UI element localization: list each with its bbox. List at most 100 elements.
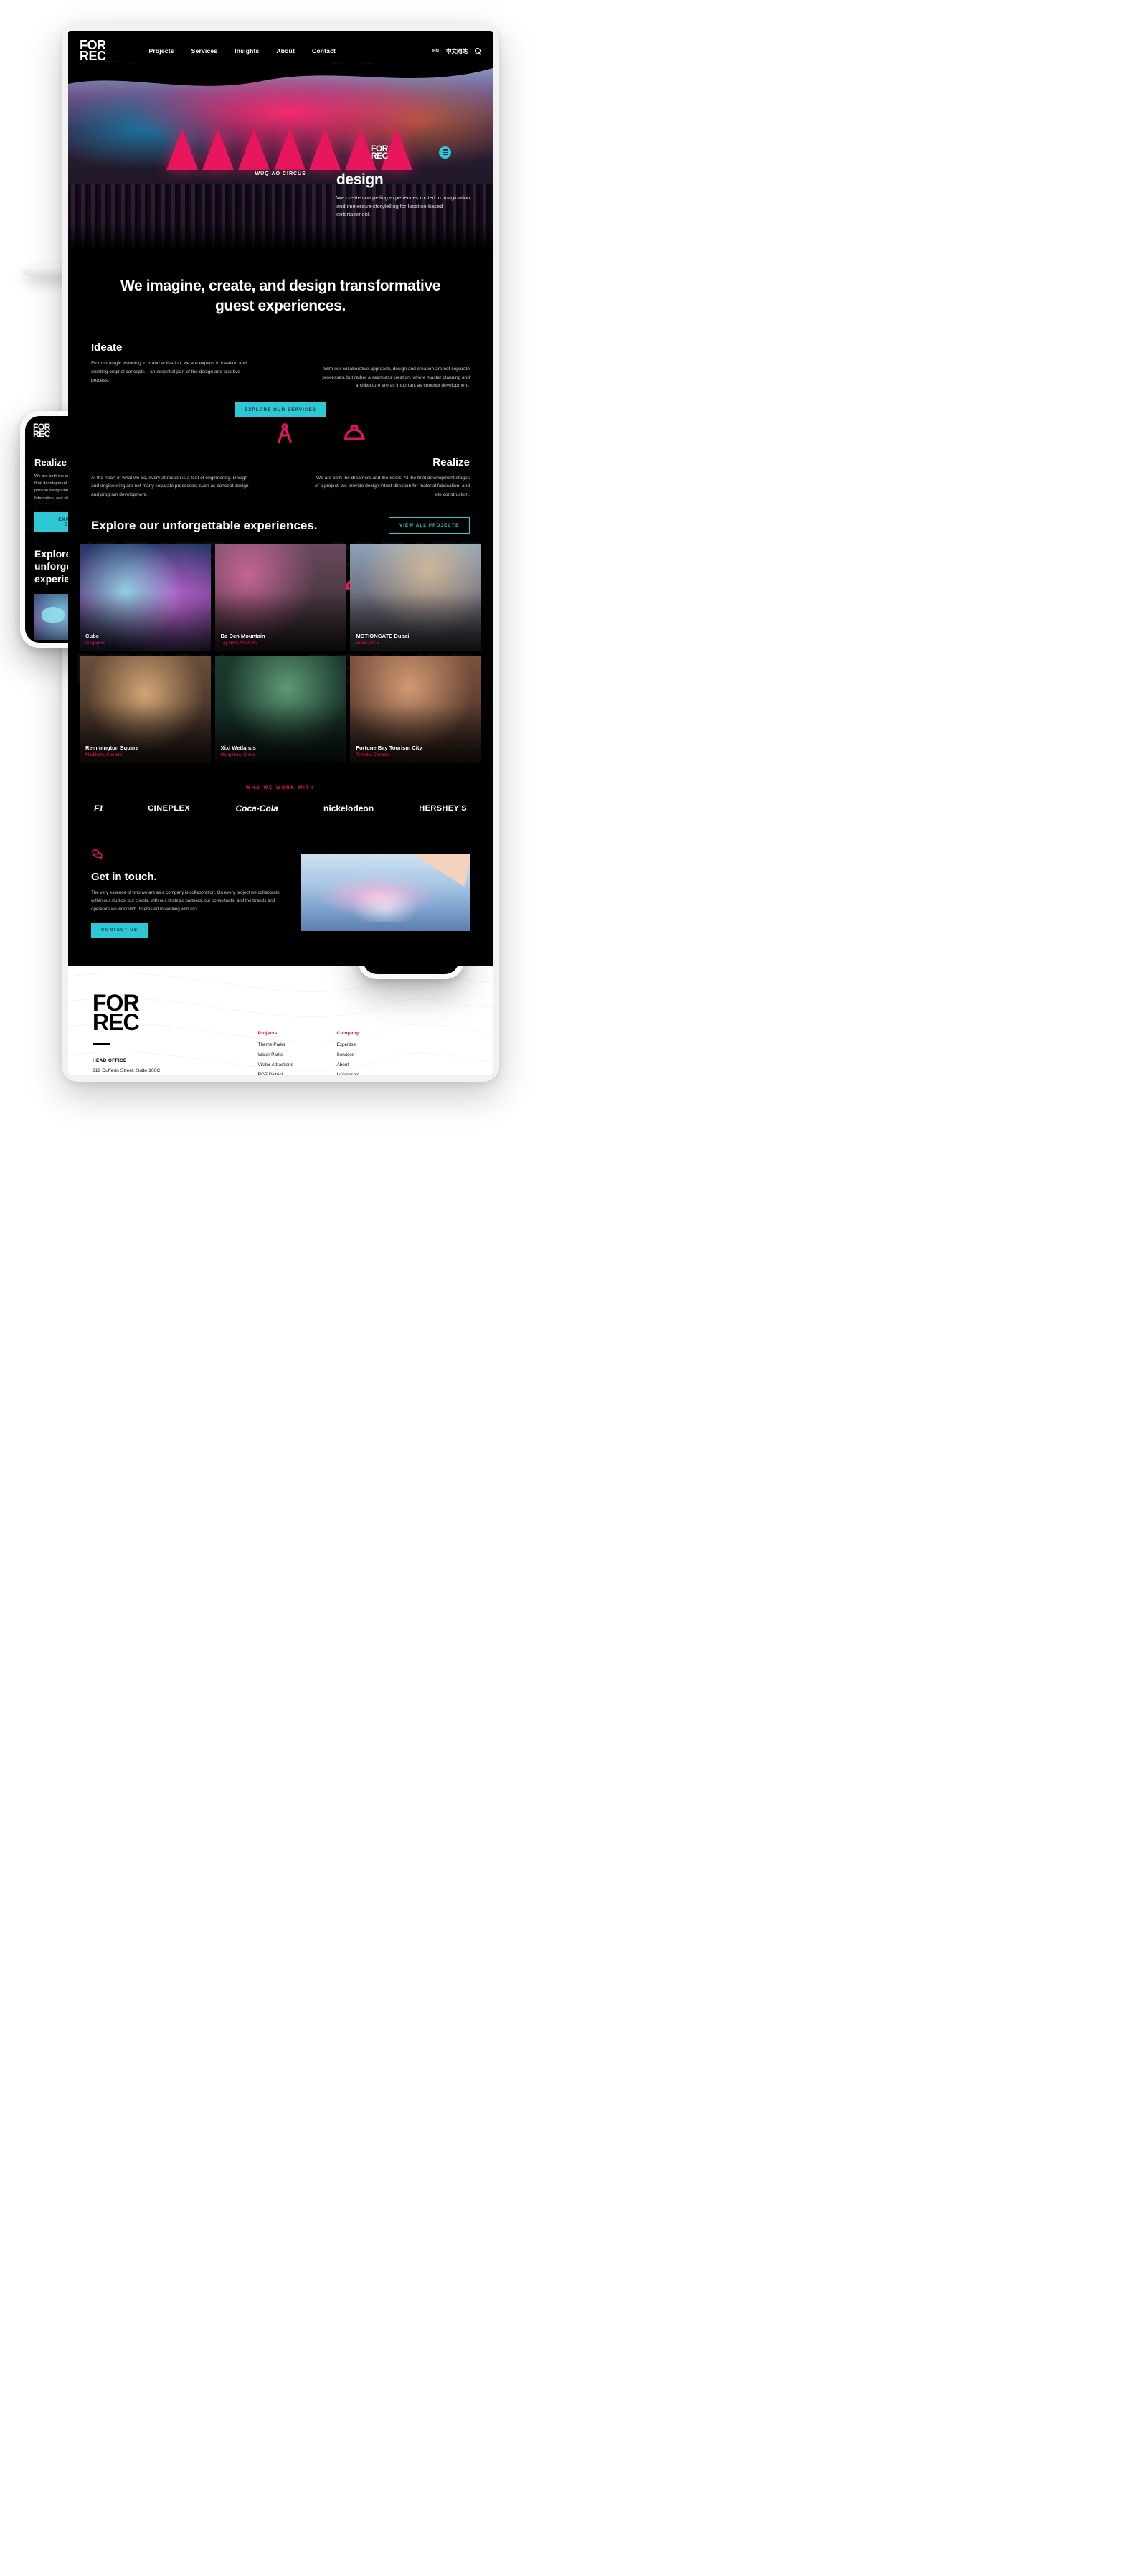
contact-illustration xyxy=(301,854,470,932)
pillar-ideate-title: Ideate xyxy=(91,341,123,354)
logo[interactable]: FOR REC xyxy=(371,144,388,161)
client-logo-hersheys: HERSHEY'S xyxy=(419,804,467,813)
pillar-design-body: At the heart of what we do, every attrac… xyxy=(91,475,249,497)
primary-nav: Projects Services Insights About Contact xyxy=(149,47,336,55)
footer-link[interactable]: Services xyxy=(336,1052,359,1057)
phone-navbar: FOR REC xyxy=(363,138,459,164)
desktop-mockup-frame: FOR REC Projects Services Insights About… xyxy=(62,24,499,1082)
contact-us-button[interactable]: CONTACT US xyxy=(91,922,148,938)
project-title: Fortune Bay Tourism City xyxy=(356,745,422,752)
project-location: Singapore xyxy=(85,641,106,646)
footer-logo-line-2: REC xyxy=(93,1009,140,1036)
nav-link-projects[interactable]: Projects xyxy=(149,47,174,55)
projects-heading: Explore our unforgettable experiences. xyxy=(91,519,318,533)
footer-column-title: Projects xyxy=(257,1030,278,1036)
lang-en[interactable]: EN xyxy=(432,49,439,54)
hero-caption: design We create compelling experiences … xyxy=(336,171,473,219)
footer-column-company: Company Expertise Services About Leaders… xyxy=(336,1031,359,1075)
projects-grid: Cube Singapore Ba Den Mountain Tay Ninh,… xyxy=(68,534,493,764)
project-location: Tay Ninh, Vietnam xyxy=(220,641,257,646)
footer-inner: FOR REC HEAD OFFICE 219 Dufferin Street,… xyxy=(93,991,468,1075)
hero-headline: design xyxy=(336,171,384,188)
footer-column-projects: Projects Theme Parks Water Parks Visitor… xyxy=(258,1031,316,1075)
project-title: Cube xyxy=(85,633,99,640)
page-tagline: We imagine, create, and design transform… xyxy=(120,278,441,314)
footer-link[interactable]: Leadership xyxy=(336,1072,359,1075)
logo[interactable]: FOR REC xyxy=(33,423,50,440)
project-meta: Xixi Wetlands Hangzhou, China xyxy=(221,745,256,758)
contact-text-block: Get in touch. The very essence of who we… xyxy=(91,848,288,938)
project-title: MOTIONGATE Dubai xyxy=(356,633,410,640)
logo-line-2: REC xyxy=(80,49,106,63)
logo[interactable]: FOR REC xyxy=(80,38,106,63)
clients-section: WHO WE WORK WITH F1 CINEPLEX Coca-Cola n… xyxy=(68,763,493,832)
project-card[interactable]: Fortune Bay Tourism City Toronto, Canada xyxy=(350,656,481,764)
nav-link-about[interactable]: About xyxy=(276,47,295,55)
desktop-navbar: FOR REC Projects Services Insights About… xyxy=(68,31,493,71)
project-meta: Ba Den Mountain Tay Ninh, Vietnam xyxy=(221,633,265,646)
project-location: Hangzhou, China xyxy=(220,752,255,758)
project-card[interactable]: Ba Den Mountain Tay Ninh, Vietnam xyxy=(214,544,346,652)
footer-link[interactable]: Theme Parks xyxy=(258,1042,316,1047)
hero-bottom-fade xyxy=(68,223,493,252)
footer-logo[interactable]: FOR REC xyxy=(93,991,258,1036)
footer: FOR REC HEAD OFFICE 219 Dufferin Street,… xyxy=(68,966,493,1075)
desktop-page-body: We imagine, create, and design transform… xyxy=(68,252,493,966)
footer-column-title: Company xyxy=(336,1030,359,1036)
project-card[interactable]: Remmington Square Markham, Canada xyxy=(80,656,211,764)
client-logos: F1 CINEPLEX Coca-Cola nickelodeon HERSHE… xyxy=(68,791,493,813)
pillar-design: Design At the heart of what we do, every… xyxy=(91,456,249,499)
footer-link[interactable]: Water Parks xyxy=(258,1052,316,1057)
nav-link-services[interactable]: Services xyxy=(191,47,218,55)
project-card[interactable]: Cube Singapore xyxy=(80,544,211,652)
design-realize-row: Design At the heart of what we do, every… xyxy=(68,430,493,499)
footer-link-columns: Projects Theme Parks Water Parks Visitor… xyxy=(258,994,468,1075)
explore-services-cta-wrap: EXPLORE OUR SERVICES xyxy=(68,390,493,430)
project-location: Markham, Canada xyxy=(85,752,122,758)
contact-body: The very essence of who we are as a comp… xyxy=(91,890,280,912)
pillar-realize: Realize We are both the dreamers and the… xyxy=(312,456,470,499)
view-all-projects-button[interactable]: VIEW ALL PROJECTS xyxy=(389,517,470,534)
client-logo-coca-cola: Coca-Cola xyxy=(235,803,278,814)
pillar-ideate: Ideate From strategic visioning to brand… xyxy=(91,323,249,384)
pillar-create-body: With our collaborative approach, design … xyxy=(322,367,470,389)
pillar-realize-title: Realize xyxy=(432,456,470,468)
footer-link[interactable]: RDE District xyxy=(258,1072,316,1075)
pillar-ideate-body: From strategic visioning to brand activa… xyxy=(91,361,247,383)
client-logo-f1: F1 xyxy=(94,803,103,814)
project-title: Remmington Square xyxy=(85,745,139,752)
tagline-section: We imagine, create, and design transform… xyxy=(68,252,493,323)
hamburger-menu-icon[interactable] xyxy=(439,146,451,159)
desktop-screen: FOR REC Projects Services Insights About… xyxy=(68,31,493,1075)
explore-services-button[interactable]: EXPLORE OUR SERVICES xyxy=(235,402,326,417)
project-location: Dubai, UAE xyxy=(356,641,379,646)
head-office-block: HEAD OFFICE 219 Dufferin Street, Suite 1… xyxy=(93,1058,258,1075)
project-title: Xixi Wetlands xyxy=(220,745,256,752)
contact-section: Get in touch. The very essence of who we… xyxy=(68,832,493,966)
project-meta: Cube Singapore xyxy=(85,633,105,646)
footer-link[interactable]: Visitor Attractions xyxy=(258,1062,316,1067)
head-office-address-1: 219 Dufferin Street, Suite 100C xyxy=(93,1067,161,1073)
hero-venue-label: WUQIAO CIRCUS xyxy=(255,171,306,176)
head-office-label: HEAD OFFICE xyxy=(93,1057,127,1063)
footer-link[interactable]: Expertise xyxy=(336,1042,359,1047)
pillar-realize-body: We are both the dreamers and the doers. … xyxy=(315,475,470,497)
project-card[interactable]: MOTIONGATE Dubai Dubai, UAE xyxy=(350,544,481,652)
nav-utilities: EN 中文网站 xyxy=(432,47,481,55)
chat-bubbles-icon xyxy=(92,849,103,860)
projects-header: Explore our unforgettable experiences. V… xyxy=(68,499,493,534)
project-meta: MOTIONGATE Dubai Dubai, UAE xyxy=(356,633,409,646)
project-title: Ba Den Mountain xyxy=(220,633,265,640)
nav-link-contact[interactable]: Contact xyxy=(312,47,336,55)
pillar-create: Create With our collaborative approach, … xyxy=(312,329,470,390)
logo-line-2: REC xyxy=(33,429,50,440)
lang-chinese[interactable]: 中文网站 xyxy=(446,47,468,55)
footer-link[interactable]: About xyxy=(336,1062,359,1067)
client-logo-nickelodeon: nickelodeon xyxy=(323,803,374,814)
footer-left-column: FOR REC HEAD OFFICE 219 Dufferin Street,… xyxy=(93,991,258,1075)
nav-link-insights[interactable]: Insights xyxy=(235,47,259,55)
logo-line-2: REC xyxy=(371,151,388,161)
project-card[interactable]: Xixi Wetlands Hangzhou, China xyxy=(214,656,346,764)
search-icon[interactable] xyxy=(475,47,481,55)
project-meta: Fortune Bay Tourism City Toronto, Canada xyxy=(356,745,422,758)
